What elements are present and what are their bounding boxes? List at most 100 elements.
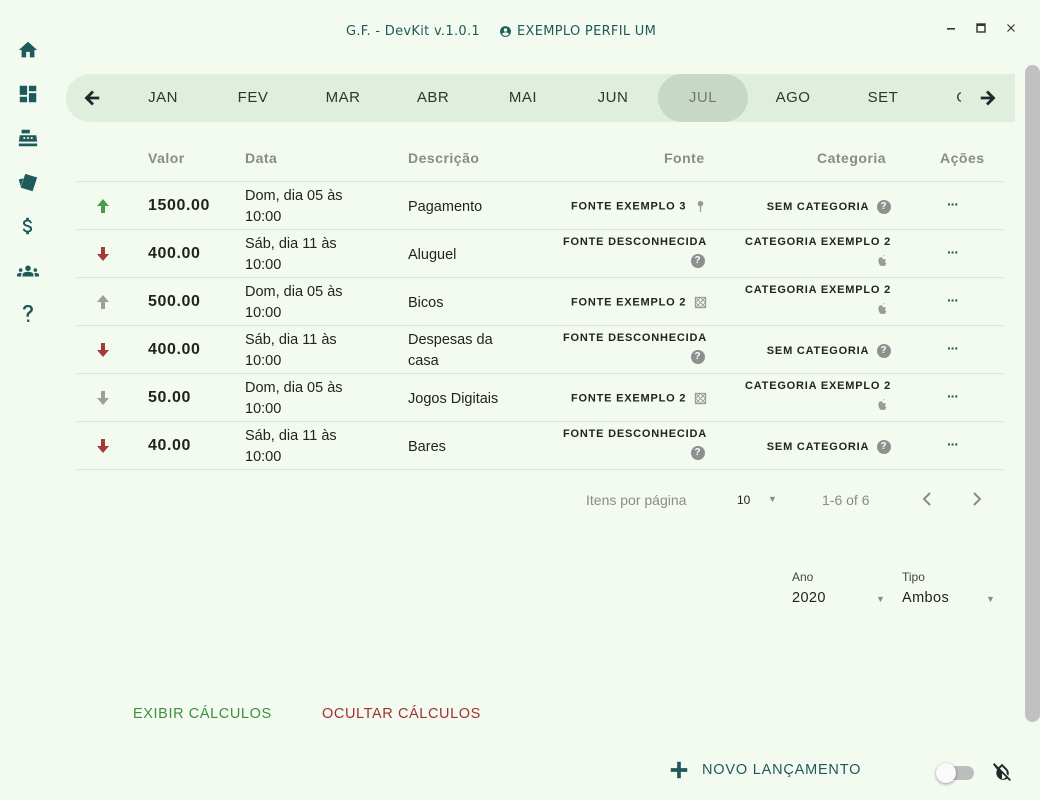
valor-cell: 1500.00: [148, 197, 211, 214]
data-cell: Sáb, dia 11 às 10:00: [245, 426, 375, 468]
descricao-cell: Bicos: [408, 293, 548, 314]
descricao-line-1: Despesas da: [408, 332, 493, 348]
descricao-cell: Jogos Digitais: [408, 389, 548, 410]
fonte-cell: FONTE EXEMPLO 2: [571, 296, 707, 309]
month-jan[interactable]: JAN: [118, 74, 208, 122]
account-circle-icon: [500, 26, 511, 37]
close-button[interactable]: [1001, 18, 1021, 38]
question-icon: ?: [877, 344, 891, 358]
data-cell: Dom, dia 05 às 10:00: [245, 282, 375, 324]
month-mai[interactable]: MAI: [478, 74, 568, 122]
tipo-select[interactable]: Ambos: [902, 590, 949, 606]
cards-icon: [18, 173, 38, 192]
next-page-button[interactable]: [970, 490, 984, 513]
close-icon: [1007, 24, 1015, 32]
minimize-button[interactable]: [941, 18, 961, 38]
categoria-label: SEM CATEGORIA: [766, 200, 870, 213]
table-row[interactable]: 50.00 Dom, dia 05 às 10:00 Jogos Digitais FO…: [77, 374, 1003, 422]
month-jun[interactable]: JUN: [568, 74, 658, 122]
arrow-up-icon: [95, 198, 113, 216]
header-categoria[interactable]: Categoria: [817, 150, 886, 166]
fonte-cell: FONTE DESCONHECIDA?: [563, 428, 707, 460]
data-line-2: 10:00: [245, 401, 282, 417]
apple-icon: [878, 302, 887, 315]
sidebar-item-help[interactable]: [16, 302, 40, 326]
month-jul[interactable]: JUL: [658, 74, 748, 122]
toggle-knob: [936, 763, 956, 783]
sidebar-item-cash-register[interactable]: [16, 126, 40, 150]
sidebar-item-people[interactable]: [16, 259, 40, 283]
help-icon: [22, 304, 33, 322]
row-actions-button[interactable]: ···: [947, 292, 959, 308]
table-row[interactable]: 500.00 Dom, dia 05 às 10:00 Bicos FONTE EXEM…: [77, 278, 1003, 326]
page-range: 1-6 of 6: [822, 492, 870, 508]
row-actions-button[interactable]: ···: [947, 388, 959, 404]
ano-dropdown-icon[interactable]: ▼: [876, 594, 885, 604]
previous-page-button[interactable]: [920, 490, 934, 513]
minimize-icon: [947, 28, 955, 30]
data-line-2: 10:00: [245, 209, 282, 225]
maximize-button[interactable]: [971, 18, 991, 38]
categoria-cell: SEM CATEGORIA ?: [767, 344, 891, 358]
app-title: G.F. - DevKit v.1.0.1: [346, 24, 480, 39]
arrow-down-icon: [95, 342, 113, 360]
categoria-label: CATEGORIA EXEMPLO 2: [745, 284, 891, 296]
table-row[interactable]: 40.00 Sáb, dia 11 às 10:00 Bares FONTE DESCO…: [77, 422, 1003, 470]
sidebar-item-home[interactable]: [16, 38, 40, 62]
plus-icon: [670, 761, 688, 779]
fonte-label: FONTE EXEMPLO 3: [570, 200, 687, 213]
categoria-label: SEM CATEGORIA: [766, 344, 870, 357]
tipo-label: Tipo: [902, 570, 925, 584]
categoria-label: CATEGORIA EXEMPLO 2: [745, 380, 891, 392]
header-valor[interactable]: Valor: [148, 150, 185, 166]
invert-colors-off-glyph: [993, 763, 1011, 781]
ocultar-calculos-button[interactable]: OCULTAR CÁLCULOS: [322, 706, 481, 722]
sidebar-item-cards[interactable]: [16, 171, 40, 195]
month-fev[interactable]: FEV: [208, 74, 298, 122]
scrollbar-thumb[interactable]: [1025, 65, 1040, 722]
month-abr[interactable]: ABR: [388, 74, 478, 122]
sidebar-item-finance[interactable]: [16, 214, 40, 238]
invert-colors-off-icon[interactable]: [990, 760, 1014, 784]
month-ago[interactable]: AGO: [748, 74, 838, 122]
row-actions-button[interactable]: ···: [947, 340, 959, 356]
month-next-button[interactable]: [976, 86, 1000, 110]
row-actions-button[interactable]: ···: [947, 244, 959, 260]
row-actions-button[interactable]: ···: [947, 436, 959, 452]
exibir-calculos-button[interactable]: EXIBIR CÁLCULOS: [133, 706, 272, 722]
profile-name: EXEMPLO PERFIL UM: [517, 24, 657, 39]
month-mar[interactable]: MAR: [298, 74, 388, 122]
chevron-down-icon[interactable]: ▼: [768, 494, 777, 504]
header-data[interactable]: Data: [245, 150, 277, 166]
fonte-cell: FONTE DESCONHECIDA?: [563, 236, 707, 268]
month-prev-button[interactable]: [80, 86, 104, 110]
header-fonte[interactable]: Fonte: [664, 150, 705, 166]
chevron-right-icon: [973, 492, 982, 506]
data-line-1: Sáb, dia 11 às: [245, 332, 337, 348]
data-cell: Sáb, dia 11 às 10:00: [245, 234, 375, 276]
vertical-scrollbar[interactable]: [1025, 65, 1040, 722]
page-size-select[interactable]: 10: [737, 493, 750, 507]
categoria-cell: CATEGORIA EXEMPLO 2: [745, 236, 891, 267]
table-row[interactable]: 400.00 Sáb, dia 11 às 10:00 Aluguel FONTE DE…: [77, 230, 1003, 278]
descricao-line-1: Jogos Digitais: [408, 391, 499, 407]
sidebar-item-dashboard[interactable]: [16, 82, 40, 106]
apple-icon: [878, 398, 887, 411]
valor-cell: 400.00: [148, 341, 201, 358]
novo-lancamento-button[interactable]: NOVO LANÇAMENTO: [668, 759, 861, 781]
ano-select[interactable]: 2020: [792, 590, 826, 606]
table-row[interactable]: 1500.00 Dom, dia 05 às 10:00 Pagamento FONTE…: [77, 182, 1003, 230]
descricao-cell: Bares: [408, 437, 548, 458]
header-descricao[interactable]: Descrição: [408, 150, 479, 166]
tipo-dropdown-icon[interactable]: ▼: [986, 594, 995, 604]
theme-toggle[interactable]: [936, 763, 974, 783]
descricao-line-2: casa: [408, 353, 439, 369]
fonte-cell: FONTE DESCONHECIDA?: [563, 332, 707, 364]
categoria-cell: CATEGORIA EXEMPLO 2: [745, 380, 891, 411]
descricao-cell: Aluguel: [408, 245, 548, 266]
row-actions-button[interactable]: ···: [947, 196, 959, 212]
categoria-cell: SEM CATEGORIA ?: [767, 440, 891, 454]
table-row[interactable]: 400.00 Sáb, dia 11 às 10:00 Despesas da casa…: [77, 326, 1003, 374]
month-set[interactable]: SET: [838, 74, 928, 122]
question-icon: ?: [691, 254, 705, 268]
